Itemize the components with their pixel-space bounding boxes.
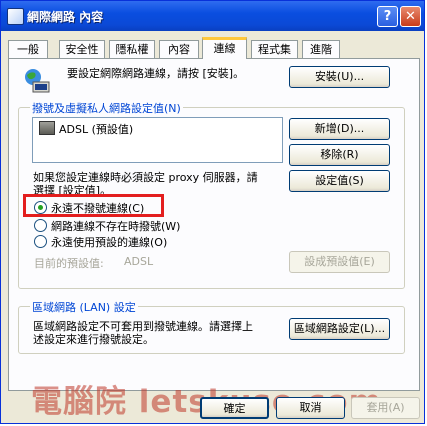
help-button[interactable]: ? xyxy=(377,6,398,27)
add-connection-button[interactable]: 新增(D)... xyxy=(289,118,390,140)
remove-connection-button[interactable]: 移除(R) xyxy=(289,144,390,166)
dialup-vpn-group-label: 撥號及虛擬私人網路設定值(N) xyxy=(30,100,183,116)
set-default-button[interactable]: 設成預設值(E) xyxy=(289,251,390,273)
tab-programs[interactable]: 程式集 xyxy=(251,40,298,58)
lan-group-label: 區域網路 (LAN) 設定 xyxy=(30,299,138,315)
connection-name: ADSL (預設值) xyxy=(59,123,134,136)
radio-always-dial-default[interactable]: 永遠使用預設的連線(O) xyxy=(34,234,167,250)
internet-properties-dialog: 網際網路 內容 ? ✕ 一般 安全性 隱私權 內容 連線 程式集 進階 要設定網… xyxy=(0,0,425,424)
radio-button[interactable] xyxy=(34,219,47,232)
tab-content[interactable]: 內容 xyxy=(159,40,199,58)
radio-label: 網路連線不存在時撥號(W) xyxy=(51,220,181,233)
title-bar[interactable]: 網際網路 內容 ? ✕ xyxy=(1,1,424,31)
radio-label: 永遠使用預設的連線(O) xyxy=(51,236,168,249)
cancel-button[interactable]: 取消 xyxy=(276,397,345,419)
apply-button[interactable]: 套用(A) xyxy=(351,397,420,419)
setup-instruction: 要設定網際網路連線，請按 [安裝]。 xyxy=(67,67,245,80)
list-item[interactable]: ADSL (預設值) xyxy=(39,121,133,137)
annotation-highlight-box xyxy=(23,194,164,217)
globe-computer-icon xyxy=(25,69,50,93)
radio-button[interactable] xyxy=(34,235,47,248)
tab-security[interactable]: 安全性 xyxy=(59,40,105,58)
tab-general[interactable]: 一般 xyxy=(8,40,48,58)
current-default-value: ADSL xyxy=(124,255,154,268)
tab-privacy[interactable]: 隱私權 xyxy=(109,40,155,58)
connection-list[interactable]: ADSL (預設值) xyxy=(32,117,283,163)
tab-advanced[interactable]: 進階 xyxy=(302,40,340,58)
close-button[interactable]: ✕ xyxy=(400,6,421,27)
settings-button[interactable]: 設定值(S) xyxy=(289,170,390,192)
setup-button[interactable]: 安裝(U)... xyxy=(289,66,390,88)
ok-button[interactable]: 確定 xyxy=(200,397,269,419)
radio-dial-when-no-network[interactable]: 網路連線不存在時撥號(W) xyxy=(34,218,180,234)
lan-note-line2: 述設定來進行撥號設定。 xyxy=(33,333,154,346)
internet-options-icon xyxy=(7,8,24,25)
window-title: 網際網路 內容 xyxy=(27,10,104,24)
tab-connections[interactable]: 連線 xyxy=(202,37,247,59)
lan-settings-button[interactable]: 區域網路設定(L)... xyxy=(289,318,390,340)
current-default-label: 目前的預設值: xyxy=(34,257,104,270)
dialup-connection-icon xyxy=(39,121,55,135)
